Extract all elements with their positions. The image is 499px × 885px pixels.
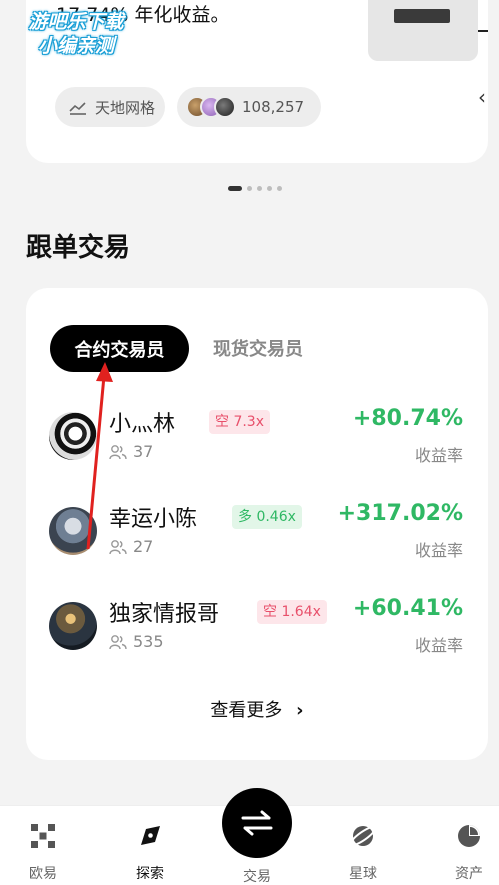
nav-planet[interactable]: 星球 <box>328 821 398 883</box>
swap-arrows-icon <box>241 810 273 836</box>
grid-strategy-icon <box>69 102 86 115</box>
followers-chip[interactable]: 108,257 <box>177 87 321 127</box>
followers-count: 108,257 <box>242 98 305 116</box>
watermark: 游吧乐下载 小编亲测 <box>28 11 124 57</box>
compass-icon <box>115 821 185 851</box>
trader-followers: 535 <box>109 632 164 651</box>
roi-label: 收益率 <box>414 636 463 655</box>
carousel-dot[interactable] <box>247 186 252 191</box>
users-icon <box>109 444 127 459</box>
chevron-right-icon: › <box>296 700 304 721</box>
trader-roi: +317.02% <box>337 501 463 526</box>
copy-trading-card: 合约交易员 现货交易员 小灬林 空 7.3x 37 +80.74% 收益率 幸运… <box>26 288 488 760</box>
carousel-dot[interactable] <box>257 186 262 191</box>
carousel-dot[interactable] <box>277 186 282 191</box>
position-tag: 多 0.46x <box>232 505 302 529</box>
users-icon <box>109 634 127 649</box>
strategy-type-label: 天地网格 <box>95 98 156 117</box>
trader-followers: 37 <box>109 442 153 461</box>
nav-okx[interactable]: 欧易 <box>8 821 78 883</box>
roi-label: 收益率 <box>414 541 463 560</box>
avatar <box>214 96 236 118</box>
nav-explore[interactable]: 探索 <box>115 821 185 883</box>
tab-futures-traders[interactable]: 合约交易员 <box>50 325 189 372</box>
chevron-left-icon[interactable]: ‹ <box>478 85 486 109</box>
trader-avatar <box>49 507 97 555</box>
pie-chart-icon <box>434 821 499 851</box>
section-title: 跟单交易 <box>26 233 131 263</box>
trader-roi: +60.41% <box>352 596 463 621</box>
trader-avatar <box>49 602 97 650</box>
trader-name: 小灬林 <box>109 412 176 437</box>
position-tag: 空 1.64x <box>257 600 327 624</box>
nav-trade-label: 交易 <box>243 869 271 885</box>
okx-logo-icon <box>8 821 78 851</box>
trade-button[interactable] <box>222 788 292 858</box>
trader-followers: 27 <box>109 537 153 556</box>
strategy-type-chip[interactable]: 天地网格 <box>55 87 165 127</box>
view-more-link[interactable]: 查看更多 › <box>26 696 488 722</box>
trader-roi: +80.74% <box>352 406 463 431</box>
carousel-dot[interactable] <box>267 186 272 191</box>
carousel-dot[interactable] <box>228 186 242 191</box>
users-icon <box>109 539 127 554</box>
trader-row[interactable]: 独家情报哥 空 1.64x 535 +60.41% 收益率 <box>49 596 469 660</box>
position-tag: 空 7.3x <box>209 410 270 434</box>
tab-spot-traders[interactable]: 现货交易员 <box>213 335 303 361</box>
carousel-indicator <box>228 186 282 191</box>
trader-row[interactable]: 幸运小陈 多 0.46x 27 +317.02% 收益率 <box>49 501 469 565</box>
nav-assets[interactable]: 资产 <box>434 821 499 883</box>
planet-icon <box>328 821 398 851</box>
roi-label: 收益率 <box>414 446 463 465</box>
trader-avatar <box>49 412 97 460</box>
trader-row[interactable]: 小灬林 空 7.3x 37 +80.74% 收益率 <box>49 406 469 470</box>
strategy-thumbnail <box>368 0 478 61</box>
trader-name: 独家情报哥 <box>109 602 220 627</box>
trader-name: 幸运小陈 <box>109 507 198 532</box>
